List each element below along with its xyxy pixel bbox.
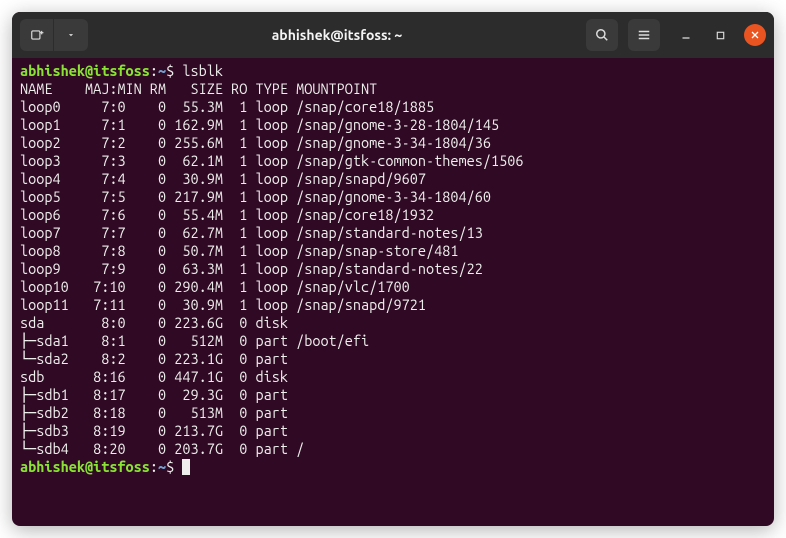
lsblk-row: loop8 7:8 0 50.7M 1 loop /snap/snap-stor… xyxy=(20,242,766,260)
minimize-button[interactable] xyxy=(676,25,696,45)
lsblk-row: loop2 7:2 0 255.6M 1 loop /snap/gnome-3-… xyxy=(20,134,766,152)
lsblk-row: loop11 7:11 0 30.9M 1 loop /snap/snapd/9… xyxy=(20,296,766,314)
maximize-button[interactable] xyxy=(710,25,730,45)
lsblk-row: loop7 7:7 0 62.7M 1 loop /snap/standard-… xyxy=(20,224,766,242)
cursor xyxy=(182,459,190,475)
lsblk-row: sdb 8:16 0 447.1G 0 disk xyxy=(20,368,766,386)
minimize-icon xyxy=(680,29,692,41)
new-tab-group xyxy=(20,19,88,51)
lsblk-row: loop3 7:3 0 62.1M 1 loop /snap/gtk-commo… xyxy=(20,152,766,170)
chevron-down-icon xyxy=(66,30,76,40)
window-title: abhishek@itsfoss: ~ xyxy=(94,27,580,43)
prompt-row: abhishek@itsfoss:~$ xyxy=(20,458,766,476)
prompt-sep1: : xyxy=(150,458,158,475)
lsblk-row: ├─sdb1 8:17 0 29.3G 0 part xyxy=(20,386,766,404)
titlebar: abhishek@itsfoss: ~ xyxy=(12,12,774,58)
lsblk-row: loop5 7:5 0 217.9M 1 loop /snap/gnome-3-… xyxy=(20,188,766,206)
search-button[interactable] xyxy=(586,19,618,51)
lsblk-row: ├─sdb2 8:18 0 513M 0 part xyxy=(20,404,766,422)
close-icon xyxy=(749,29,761,41)
lsblk-header: NAME MAJ:MIN RM SIZE RO TYPE MOUNTPOINT xyxy=(20,80,766,98)
prompt-path: ~ xyxy=(158,62,166,79)
tab-dropdown-button[interactable] xyxy=(54,19,88,51)
lsblk-row: ├─sda1 8:1 0 512M 0 part /boot/efi xyxy=(20,332,766,350)
hamburger-icon xyxy=(637,28,651,42)
lsblk-row: └─sda2 8:2 0 223.1G 0 part xyxy=(20,350,766,368)
lsblk-row: loop6 7:6 0 55.4M 1 loop /snap/core18/19… xyxy=(20,206,766,224)
terminal-body[interactable]: abhishek@itsfoss:~$ lsblkNAME MAJ:MIN RM… xyxy=(12,58,774,526)
lsblk-row: loop9 7:9 0 63.3M 1 loop /snap/standard-… xyxy=(20,260,766,278)
prompt-sep2: $ xyxy=(166,62,174,79)
search-icon xyxy=(595,28,609,42)
command-text: lsblk xyxy=(182,62,223,79)
prompt-row: abhishek@itsfoss:~$ lsblk xyxy=(20,62,766,80)
prompt-sep1: : xyxy=(150,62,158,79)
terminal-window: abhishek@itsfoss: ~ abhishek@itsfoss: xyxy=(12,12,774,526)
maximize-icon xyxy=(715,30,726,41)
lsblk-row: loop1 7:1 0 162.9M 1 loop /snap/gnome-3-… xyxy=(20,116,766,134)
prompt-userhost: abhishek@itsfoss xyxy=(20,62,150,79)
lsblk-row: ├─sdb3 8:19 0 213.7G 0 part xyxy=(20,422,766,440)
new-tab-icon xyxy=(30,28,44,42)
prompt-path: ~ xyxy=(158,458,166,475)
lsblk-row: loop10 7:10 0 290.4M 1 loop /snap/vlc/17… xyxy=(20,278,766,296)
prompt-sep2: $ xyxy=(166,458,174,475)
lsblk-row: loop0 7:0 0 55.3M 1 loop /snap/core18/18… xyxy=(20,98,766,116)
lsblk-row: └─sdb4 8:20 0 203.7G 0 part / xyxy=(20,440,766,458)
lsblk-row: sda 8:0 0 223.6G 0 disk xyxy=(20,314,766,332)
lsblk-row: loop4 7:4 0 30.9M 1 loop /snap/snapd/960… xyxy=(20,170,766,188)
title-actions xyxy=(586,19,766,51)
window-controls xyxy=(676,24,766,46)
prompt-userhost: abhishek@itsfoss xyxy=(20,458,150,475)
menu-button[interactable] xyxy=(628,19,660,51)
new-tab-button[interactable] xyxy=(20,19,54,51)
close-button[interactable] xyxy=(744,24,766,46)
